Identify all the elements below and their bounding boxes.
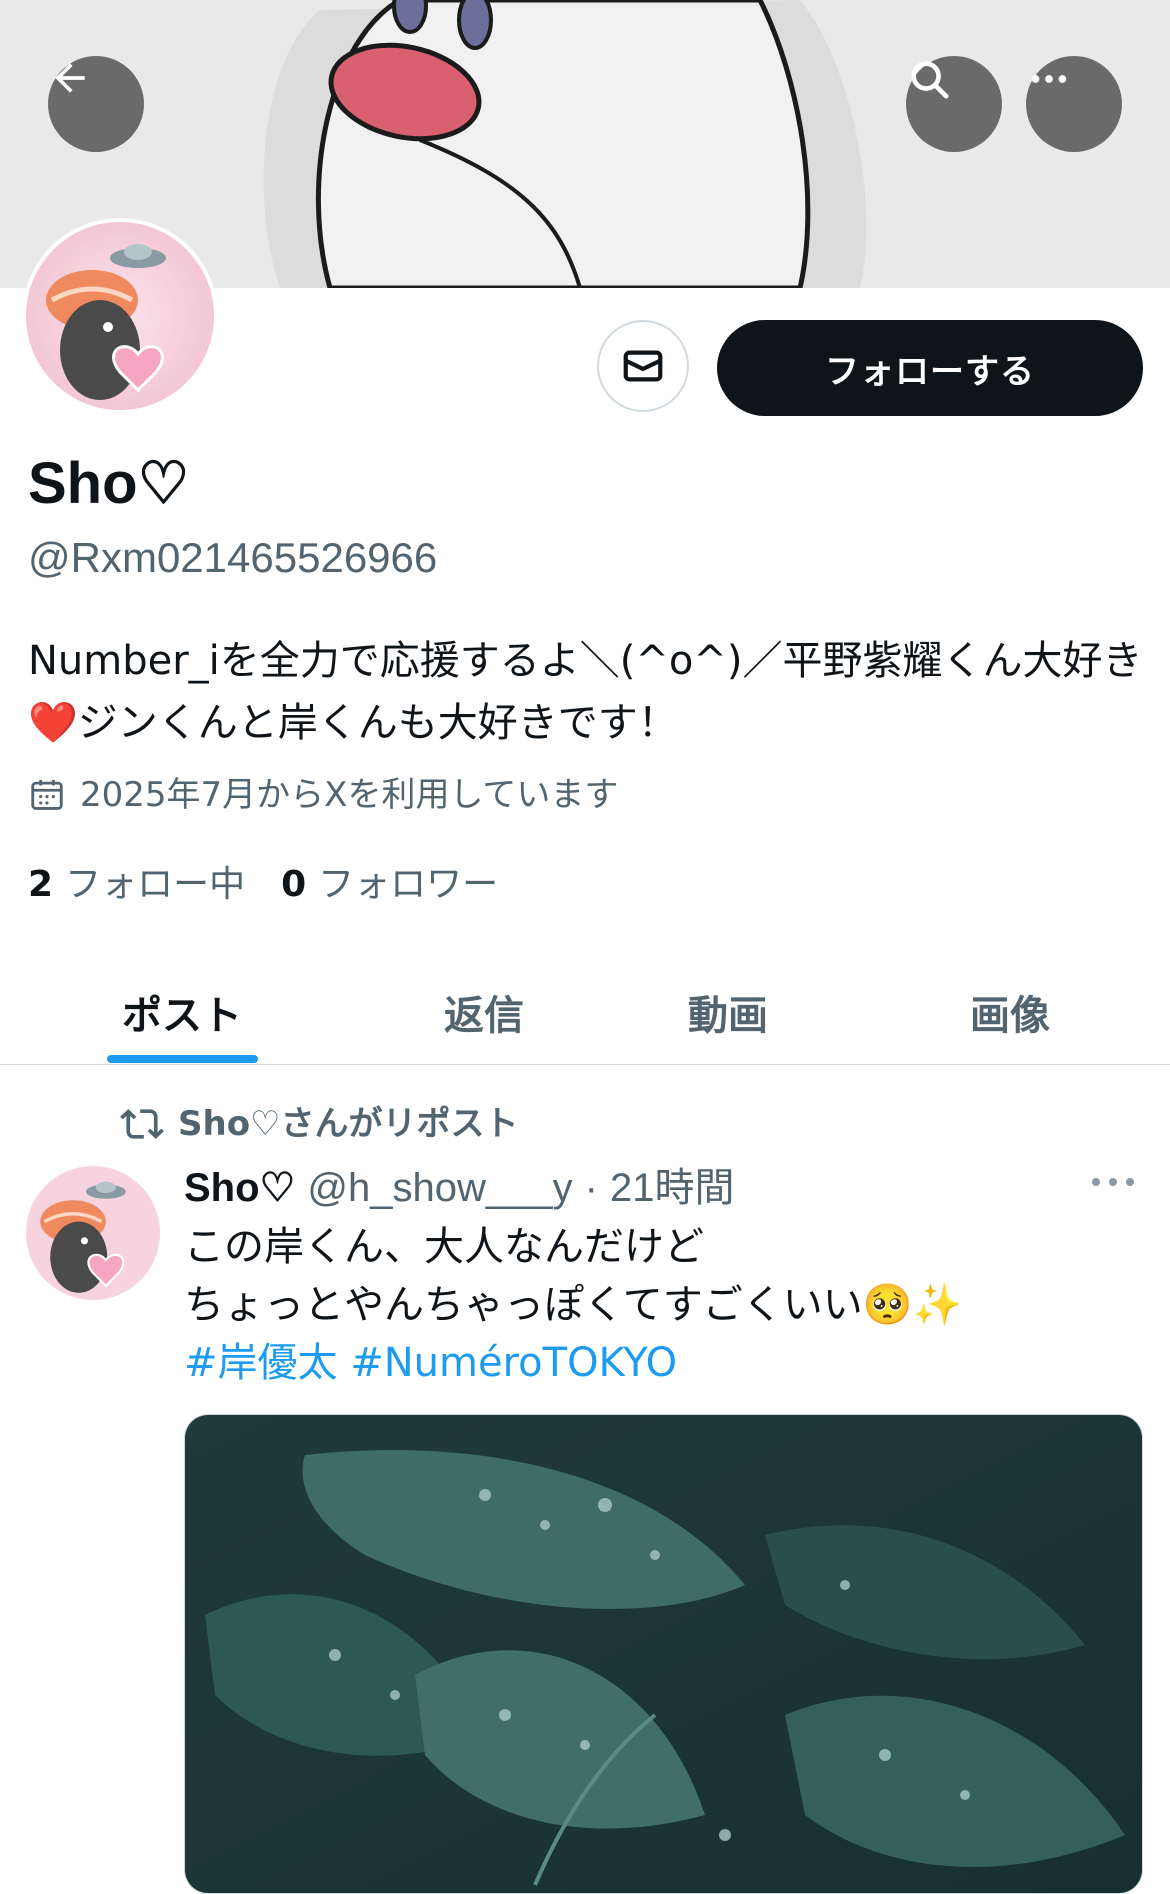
tab-posts[interactable]: ポスト: [60, 960, 304, 1064]
post-more-button[interactable]: [1090, 1172, 1136, 1196]
post-author-avatar[interactable]: [26, 1166, 160, 1300]
avatar-image: [26, 222, 214, 410]
search-icon: [911, 61, 949, 99]
post-text-line-2: ちょっとやんちゃっぽくてすごくいい🥺✨: [184, 1282, 963, 1328]
display-name: Sho♡: [28, 451, 190, 516]
profile-bio: Number_iを全力で応援するよ＼(^o^)／平野紫耀くん大好き❤️ジンくんと…: [28, 638, 1143, 746]
post-hashtags[interactable]: #岸優太 #NuméroTOKYO: [184, 1334, 1144, 1392]
username-handle: @Rxm021465526966: [28, 534, 438, 581]
profile-avatar[interactable]: [22, 218, 218, 414]
repost-label: Sho♡さんがリポスト: [178, 1104, 519, 1144]
tab-replies[interactable]: 返信: [362, 960, 606, 1064]
back-button[interactable]: [48, 56, 144, 152]
message-button[interactable]: [597, 320, 689, 412]
post-header: Sho♡ @h_show___y · 21時間: [184, 1162, 734, 1214]
tab-videos[interactable]: 動画: [606, 960, 850, 1064]
post-author-handle[interactable]: @h_show___y: [307, 1162, 572, 1214]
more-horizontal-icon: [1092, 1178, 1134, 1186]
post-body: この岸くん、大人なんだけど ちょっとやんちゃっぽくてすごくいい🥺✨ #岸優太 #…: [184, 1218, 1144, 1392]
following-link[interactable]: 2 フォロー中: [28, 862, 245, 908]
post-text-line-1: この岸くん、大人なんだけど: [184, 1224, 704, 1270]
repost-indicator[interactable]: Sho♡さんがリポスト: [120, 1102, 519, 1146]
arrow-left-icon: [55, 63, 85, 93]
search-button[interactable]: [906, 56, 1002, 152]
post-time[interactable]: 21時間: [610, 1162, 735, 1214]
followers-link[interactable]: 0 フォロワー: [281, 862, 498, 908]
followers-count: 0: [281, 864, 307, 905]
profile-tabs: ポスト 返信 動画 画像: [0, 960, 1170, 1065]
post-author-name[interactable]: Sho♡: [184, 1162, 295, 1214]
follow-button[interactable]: フォローする: [717, 320, 1143, 416]
calendar-icon: [31, 779, 63, 810]
follow-stats: 2 フォロー中 0 フォロワー: [28, 862, 498, 908]
more-button[interactable]: [1026, 56, 1122, 152]
followers-label: フォロワー: [318, 864, 499, 905]
post-media-image[interactable]: [184, 1414, 1143, 1894]
active-tab-indicator: [107, 1055, 258, 1063]
more-horizontal-icon: [1031, 75, 1067, 83]
following-label: フォロー中: [65, 864, 246, 905]
repost-icon: [120, 1109, 164, 1139]
leaves-photo: [185, 1415, 1142, 1893]
post-separator: ·: [584, 1166, 598, 1210]
following-count: 2: [28, 864, 54, 905]
envelope-icon: [623, 350, 663, 382]
join-date-text: 2025年7月からXを利用しています: [80, 775, 619, 815]
tab-images[interactable]: 画像: [888, 960, 1132, 1064]
join-date: 2025年7月からXを利用しています: [28, 772, 618, 818]
avatar-image: [26, 1166, 160, 1300]
